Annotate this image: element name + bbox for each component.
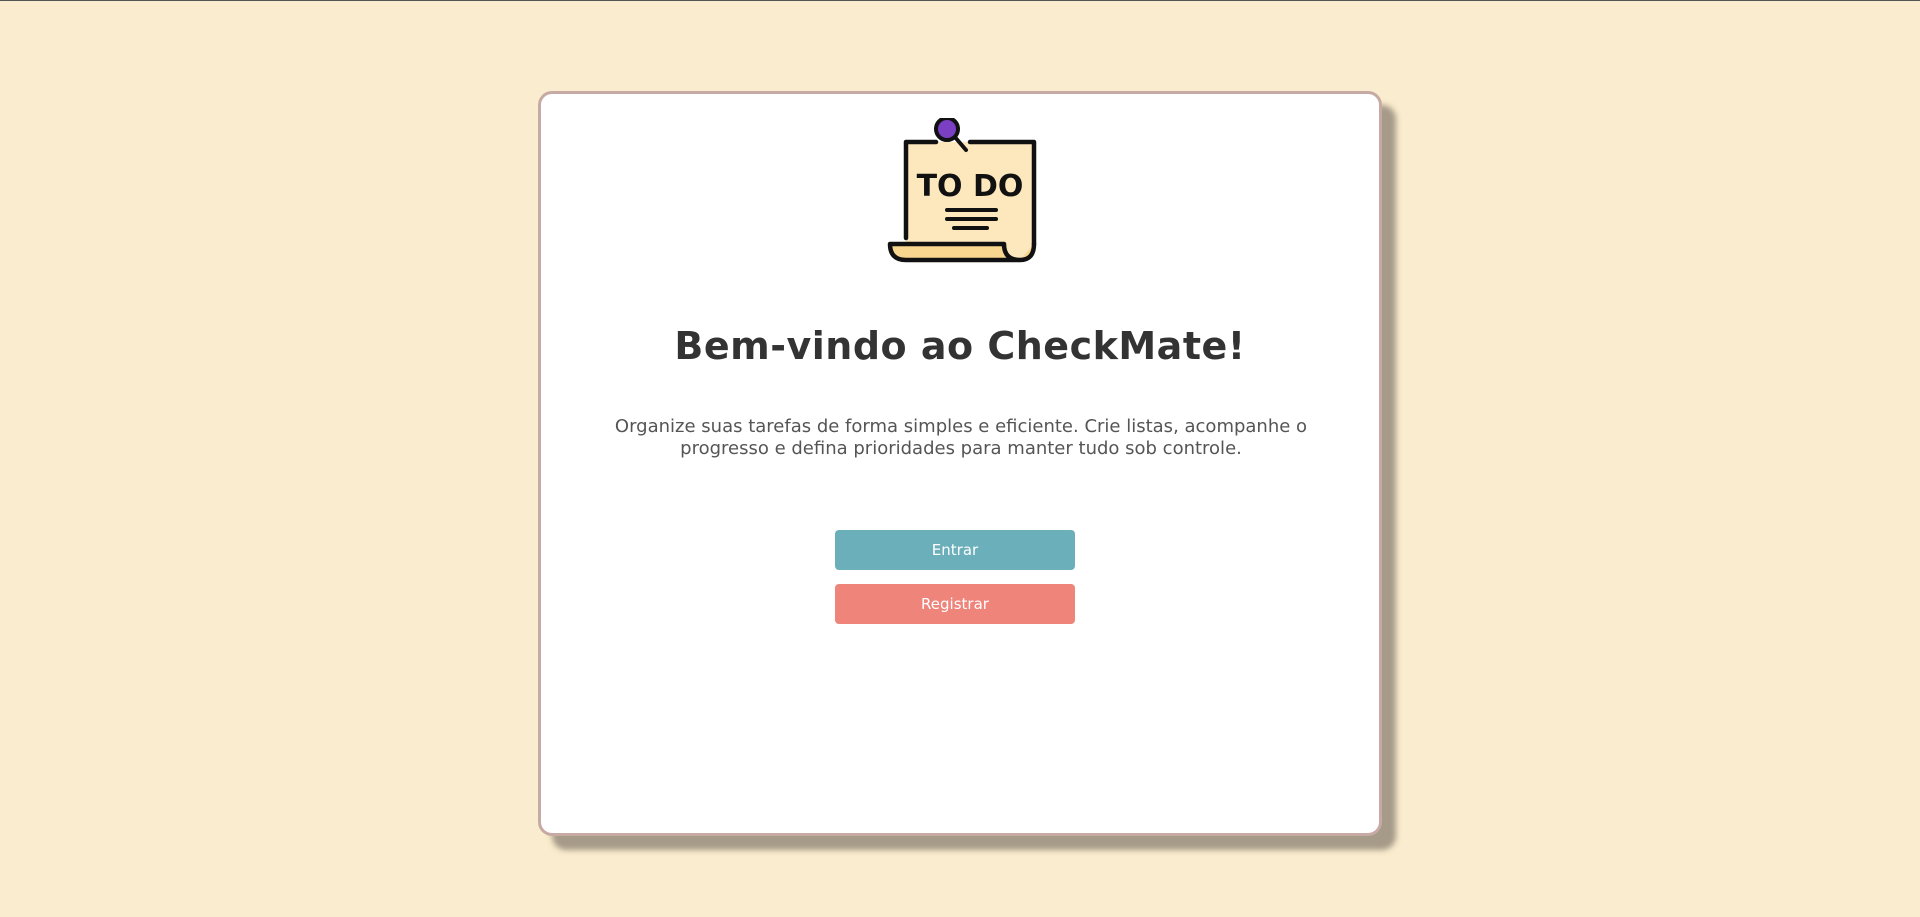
logo-text: TO DO — [917, 169, 1024, 204]
login-button[interactable]: Entrar — [835, 530, 1075, 570]
welcome-description: Organize suas tarefas de forma simples e… — [614, 416, 1308, 459]
top-border-line — [0, 0, 1920, 1]
page-title: Bem-vindo ao CheckMate! — [674, 324, 1246, 368]
todo-note-icon: TO DO — [887, 118, 1037, 263]
welcome-card: TO DO Bem-vindo ao CheckMate! Organize s… — [538, 91, 1382, 836]
register-button[interactable]: Registrar — [835, 584, 1075, 624]
